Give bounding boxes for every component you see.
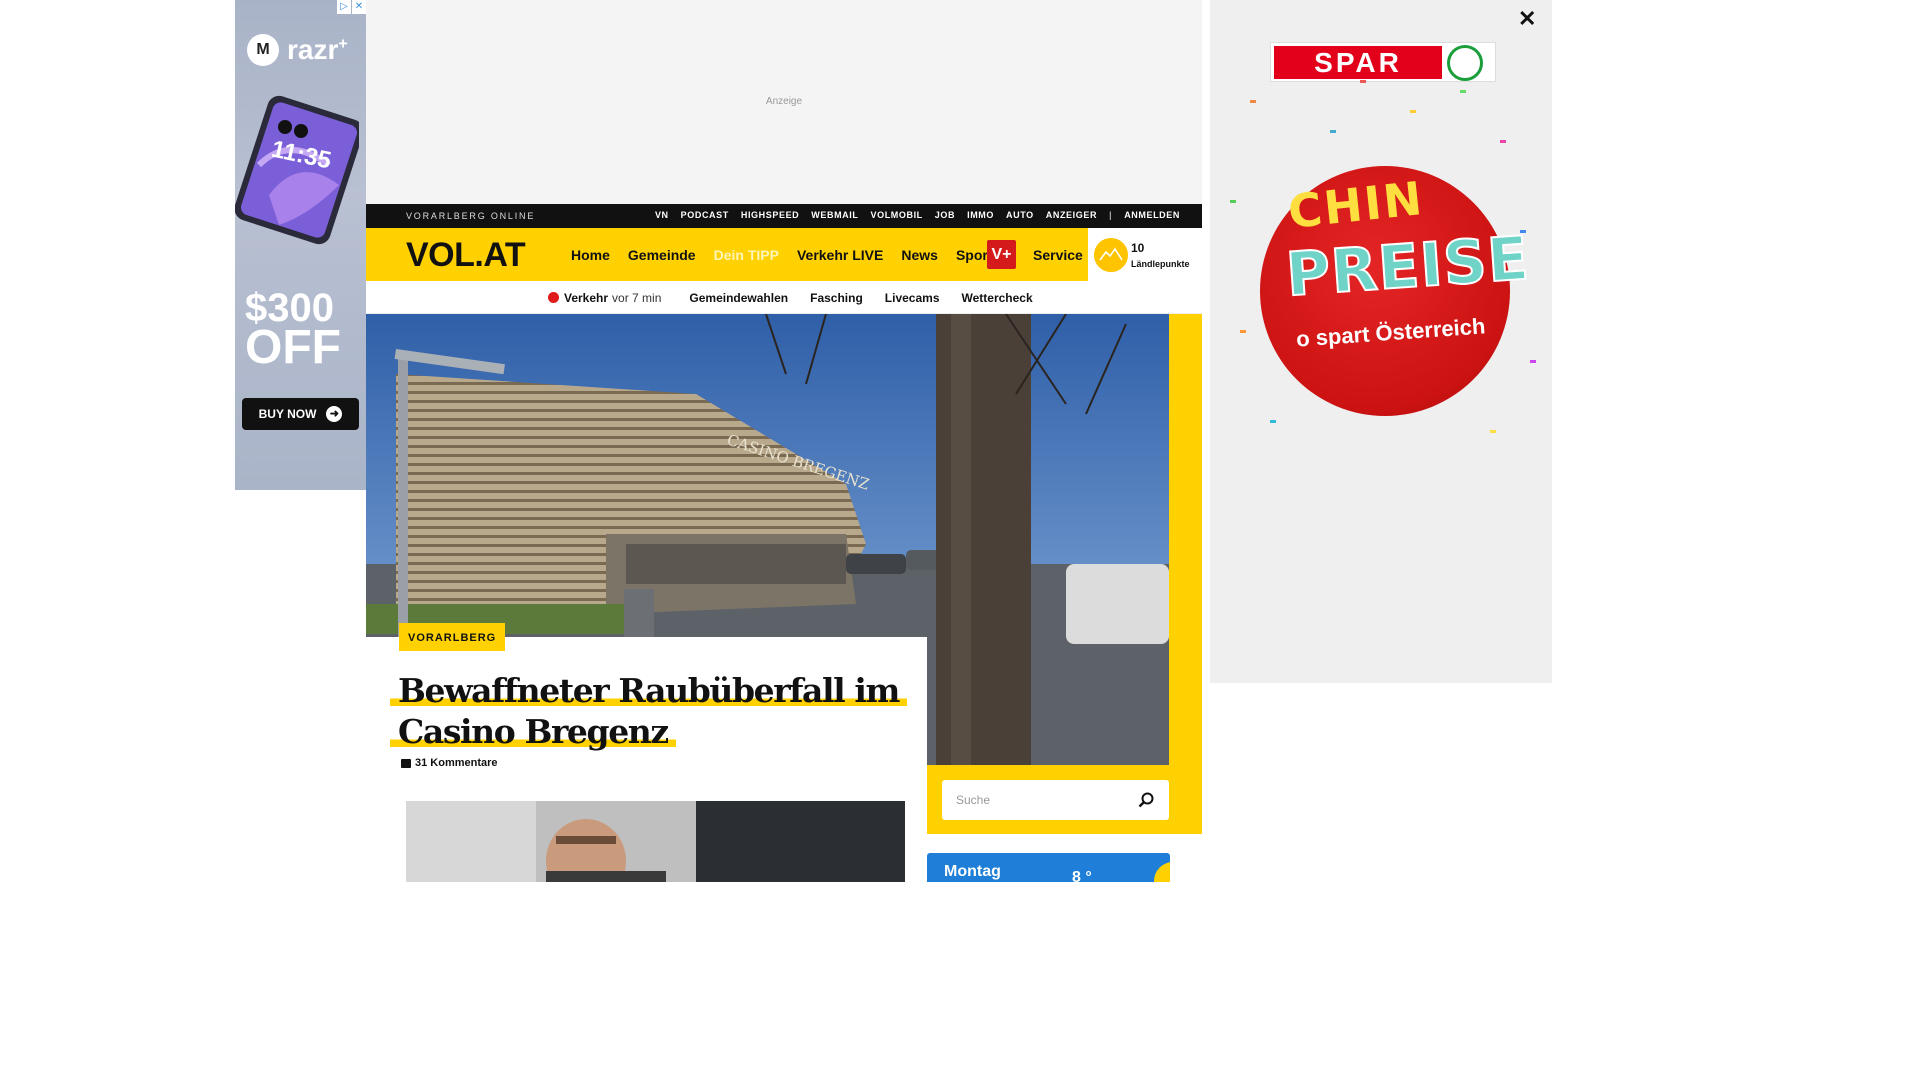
- live-time: vor 7 min: [612, 291, 662, 305]
- util-link-job[interactable]: JOB: [935, 210, 955, 220]
- search-widget: [927, 765, 1202, 834]
- comment-icon: [401, 758, 411, 768]
- utility-bar: VORARLBERG ONLINE VN PODCAST HIGHSPEED W…: [366, 204, 1202, 228]
- vplus-button[interactable]: V+: [987, 240, 1016, 269]
- buy-now-button[interactable]: BUY NOW ➜: [242, 398, 359, 430]
- arrow-right-icon: ➜: [326, 406, 343, 422]
- search-input[interactable]: [942, 780, 1132, 820]
- search-icon[interactable]: [1137, 791, 1155, 809]
- util-link-immo[interactable]: IMMO: [967, 210, 994, 220]
- article-headline[interactable]: Bewaffneter Raubüberfall im Casino Brege…: [390, 670, 910, 752]
- weather-widget[interactable]: Montag 8 °: [927, 853, 1170, 882]
- phone-image: 11:35: [235, 95, 359, 245]
- nav-item-gemeinde[interactable]: Gemeinde: [628, 247, 696, 263]
- weather-temp: 8 °: [1072, 869, 1092, 882]
- main-nav: VOL.AT Home Gemeinde Dein TIPP Verkehr L…: [366, 228, 1202, 281]
- subnav-item-livecams[interactable]: Livecams: [885, 291, 940, 305]
- ad-close-icon[interactable]: ✕: [352, 0, 366, 14]
- live-traffic-link[interactable]: Verkehr vor 7 min: [548, 291, 661, 305]
- nav-item-verkehr-live[interactable]: Verkehr LIVE: [797, 247, 883, 263]
- subnav-item-wettercheck[interactable]: Wettercheck: [962, 291, 1033, 305]
- nav-item-news[interactable]: News: [901, 247, 938, 263]
- adchoices-icon[interactable]: ▷: [337, 0, 351, 14]
- spar-logo: SPAR: [1270, 42, 1496, 82]
- mountain-badge-icon: [1094, 238, 1128, 272]
- util-link-highspeed[interactable]: HIGHSPEED: [741, 210, 799, 220]
- motorola-icon: M: [247, 34, 279, 66]
- points-label: Ländlepunkte: [1131, 259, 1190, 269]
- hero-side-strip: [1169, 314, 1202, 765]
- site-logo[interactable]: VOL.AT: [406, 236, 526, 275]
- laendlepunkte-widget[interactable]: 10 Ländlepunkte: [1088, 228, 1202, 281]
- nav-item-dein-tipp[interactable]: Dein TIPP: [714, 247, 779, 263]
- subnav-item-gemeindewahlen[interactable]: Gemeindewahlen: [689, 291, 788, 305]
- headline-line-1: Bewaffneter Raubüberfall im: [390, 671, 908, 710]
- comments-count: 31 Kommentare: [415, 757, 498, 769]
- nav-item-service[interactable]: Service: [1033, 247, 1083, 263]
- points-value: 10: [1131, 241, 1145, 255]
- top-banner-ad[interactable]: Anzeige: [366, 0, 1202, 204]
- main-menu: Home Gemeinde Dein TIPP Verkehr LIVE New…: [571, 247, 993, 263]
- util-link-webmail[interactable]: WEBMAIL: [811, 210, 858, 220]
- live-dot-icon: [548, 292, 559, 303]
- ad-brand-name: razr+: [287, 34, 348, 65]
- adchoices-bar[interactable]: ▷ ✕: [337, 0, 366, 14]
- util-link-podcast[interactable]: PODCAST: [681, 210, 729, 220]
- left-skyscraper-ad[interactable]: ▷ ✕ M razr+ 11:35 $300 OFF BUY NOW ➜: [235, 0, 366, 490]
- site-name: VORARLBERG ONLINE: [406, 211, 536, 221]
- util-link-vn[interactable]: VN: [655, 210, 669, 220]
- subnav-item-fasching[interactable]: Fasching: [810, 291, 863, 305]
- category-tag[interactable]: VORARLBERG: [399, 623, 506, 651]
- secondary-nav: Verkehr vor 7 min Gemeindewahlen Fasching…: [366, 281, 1202, 314]
- article-thumbnail[interactable]: [406, 801, 905, 882]
- ad-brand: M razr+: [247, 34, 348, 66]
- nav-item-home[interactable]: Home: [571, 247, 610, 263]
- util-link-volmobil[interactable]: VOLMOBIL: [870, 210, 922, 220]
- comments-link[interactable]: 31 Kommentare: [401, 757, 498, 769]
- util-link-anzeiger[interactable]: ANZEIGER: [1046, 210, 1097, 220]
- weather-day: Montag: [944, 863, 1001, 880]
- ad-label: Anzeige: [765, 96, 803, 107]
- utility-links: VN PODCAST HIGHSPEED WEBMAIL VOLMOBIL JO…: [655, 210, 1180, 220]
- spar-tree-icon: [1447, 45, 1483, 81]
- util-separator: |: [1109, 210, 1113, 220]
- util-link-auto[interactable]: AUTO: [1006, 210, 1034, 220]
- ad-price: $300 OFF: [245, 286, 341, 374]
- close-icon[interactable]: ✕: [1518, 6, 1536, 32]
- login-link[interactable]: ANMELDEN: [1124, 210, 1180, 220]
- search-box: [942, 780, 1169, 820]
- headline-line-2: Casino Bregenz: [390, 712, 676, 751]
- right-spar-ad[interactable]: ✕ SPAR CHIN PREISE o spart Österreich: [1210, 0, 1552, 683]
- sun-icon: [1154, 862, 1170, 882]
